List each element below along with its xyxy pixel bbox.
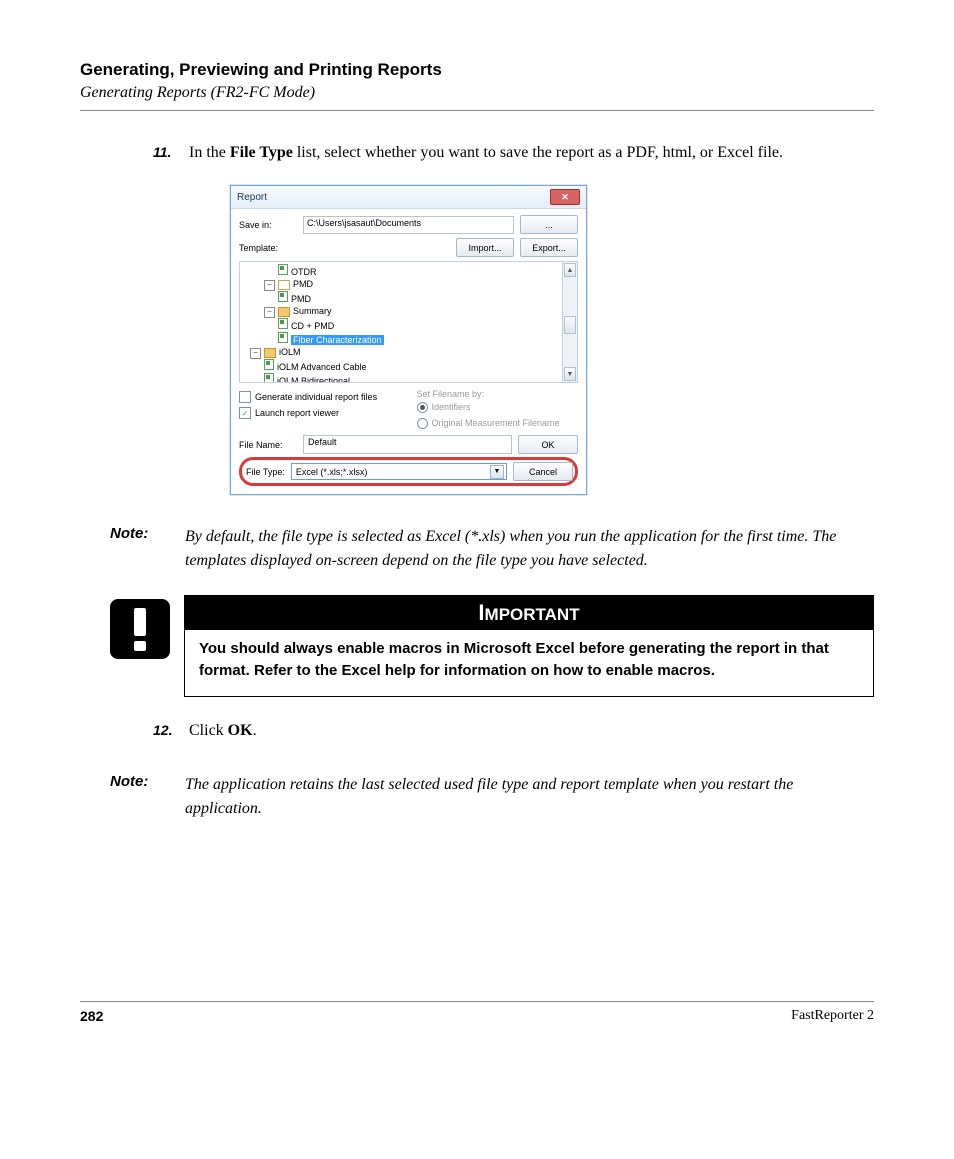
note-body: The application retains the last selecte…	[185, 773, 874, 821]
scroll-up-icon[interactable]: ▲	[564, 263, 576, 277]
tree-item-selected[interactable]: Fiber Characterization	[291, 335, 384, 345]
document-icon	[264, 359, 274, 370]
important-body: You should always enable macros in Micro…	[185, 630, 873, 696]
step-bold: File Type	[230, 144, 293, 161]
page-header: Generating, Previewing and Printing Repo…	[80, 60, 874, 111]
note-2: Note: The application retains the last s…	[80, 773, 874, 821]
tree-item: −PMD	[244, 278, 558, 291]
step-number: 11.	[153, 142, 185, 163]
step-11: 11. In the File Type list, select whethe…	[185, 141, 874, 165]
gen-individual-checkbox[interactable]: Generate individual report files	[239, 389, 401, 405]
ok-button[interactable]: OK	[518, 435, 578, 454]
file-type-value: Excel (*.xls;*.xlsx)	[296, 467, 368, 477]
export-button[interactable]: Export...	[520, 238, 578, 257]
scrollbar[interactable]: ▲ ▼	[562, 262, 577, 382]
template-tree[interactable]: OTDR −PMD PMD −Summary CD + PMD Fiber Ch…	[239, 261, 578, 383]
step-text-post: .	[253, 722, 257, 739]
folder-icon	[264, 348, 276, 358]
tree-item: −Summary	[244, 305, 558, 318]
folder-icon	[278, 280, 290, 290]
page-footer: 282 FastReporter 2	[80, 1001, 874, 1024]
save-in-label: Save in:	[239, 220, 297, 230]
checkbox-icon	[239, 391, 251, 403]
tree-item: CD + PMD	[244, 318, 558, 332]
tree-item: PMD	[244, 291, 558, 305]
page-number: 282	[80, 1008, 103, 1024]
save-in-input[interactable]: C:\Users\jsasaut\Documents	[303, 216, 514, 234]
collapse-icon[interactable]: −	[250, 348, 261, 359]
orig-filename-radio: Original Measurement Filename	[417, 415, 579, 431]
file-name-input[interactable]: Default	[303, 435, 512, 454]
step-text-pre: In the	[189, 144, 230, 161]
tree-item: Fiber Characterization	[244, 332, 558, 346]
note-body: By default, the file type is selected as…	[185, 525, 874, 573]
checkbox-icon: ✓	[239, 407, 251, 419]
tree-item: −iOLM	[244, 346, 558, 359]
cancel-button[interactable]: Cancel	[513, 462, 573, 481]
import-button[interactable]: Import...	[456, 238, 514, 257]
file-type-select[interactable]: Excel (*.xls;*.xlsx) ▼	[291, 463, 507, 480]
template-label: Template:	[239, 243, 297, 253]
important-header: IMPORTANT	[185, 596, 873, 630]
radio-icon	[417, 402, 428, 413]
file-name-label: File Name:	[239, 440, 297, 450]
tree-item: OTDR	[244, 264, 558, 278]
exclamation-icon	[110, 599, 170, 659]
radio-icon	[417, 418, 428, 429]
file-type-label: File Type:	[246, 467, 285, 477]
close-icon[interactable]: ✕	[550, 189, 580, 205]
dialog-titlebar: Report ✕	[231, 186, 586, 209]
document-icon	[264, 373, 274, 382]
collapse-icon[interactable]: −	[264, 280, 275, 291]
note-label: Note:	[80, 773, 185, 821]
step-bold: OK	[228, 722, 253, 739]
scroll-down-icon[interactable]: ▼	[564, 367, 576, 381]
document-icon	[278, 332, 288, 343]
section-subtitle: Generating Reports (FR2-FC Mode)	[80, 84, 874, 111]
launch-viewer-checkbox[interactable]: ✓ Launch report viewer	[239, 405, 401, 421]
important-callout: IMPORTANT You should always enable macro…	[80, 595, 874, 697]
note-1: Note: By default, the file type is selec…	[80, 525, 874, 573]
browse-button[interactable]: ...	[520, 215, 578, 234]
file-type-highlight: File Type: Excel (*.xls;*.xlsx) ▼ Cancel	[239, 457, 578, 486]
step-number: 12.	[153, 720, 185, 741]
identifiers-radio: Identifiers	[417, 399, 579, 415]
document-icon	[278, 318, 288, 329]
chevron-down-icon: ▼	[490, 465, 504, 479]
scroll-thumb[interactable]	[564, 316, 576, 334]
product-name: FastReporter 2	[791, 1008, 874, 1024]
step-text-pre: Click	[189, 722, 228, 739]
step-text-post: list, select whether you want to save th…	[293, 144, 783, 161]
dialog-title-text: Report	[237, 192, 267, 203]
document-icon	[278, 264, 288, 275]
set-filename-label: Set Filename by:	[417, 389, 579, 399]
tree-item: iOLM Bidirectional	[244, 373, 558, 382]
collapse-icon[interactable]: −	[264, 307, 275, 318]
step-12: 12. Click OK.	[185, 719, 874, 743]
document-icon	[278, 291, 288, 302]
note-label: Note:	[80, 525, 185, 573]
folder-icon	[278, 307, 290, 317]
chapter-title: Generating, Previewing and Printing Repo…	[80, 60, 874, 80]
tree-item: iOLM Advanced Cable	[244, 359, 558, 373]
report-dialog: Report ✕ Save in: C:\Users\jsasaut\Docum…	[230, 185, 587, 495]
